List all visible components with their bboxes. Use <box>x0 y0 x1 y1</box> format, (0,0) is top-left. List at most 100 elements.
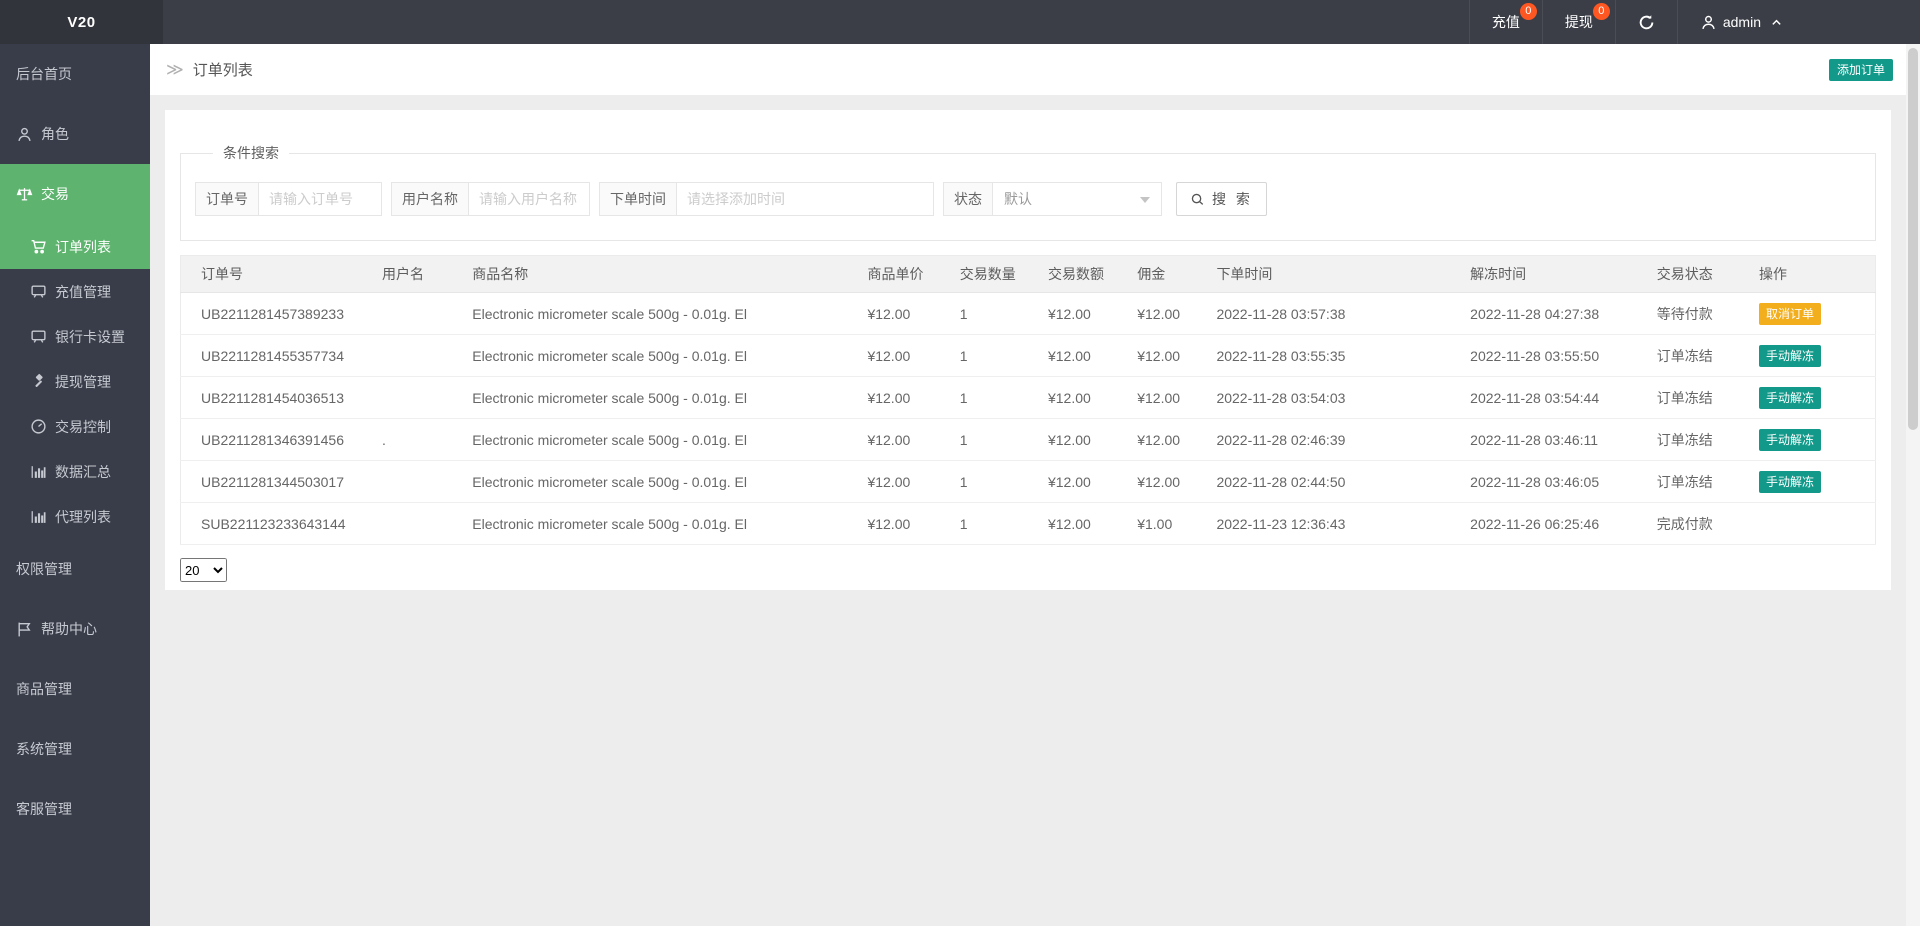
cell-amount: ¥12.00 <box>1028 503 1117 545</box>
cell-price: ¥12.00 <box>847 461 939 503</box>
content-card: 条件搜索 订单号用户名称下单时间状态默认搜 索 订单号用户名商品名称商品单价交易… <box>165 110 1891 590</box>
sidebar-item-7[interactable]: 交易控制 <box>0 404 150 449</box>
cell-action: 手动解冻 <box>1739 419 1875 461</box>
sidebar-item-label: 代理列表 <box>55 507 111 527</box>
column-header-3: 商品单价 <box>847 256 939 293</box>
topbar: V20 充值0提现0 admin <box>0 0 1920 44</box>
search-icon <box>1190 192 1205 207</box>
sidebar-item-label: 数据汇总 <box>55 462 111 482</box>
cell-order_time: 2022-11-28 03:54:03 <box>1196 377 1450 419</box>
sidebar-item-label: 客服管理 <box>16 799 72 819</box>
cell-commission: ¥12.00 <box>1117 419 1196 461</box>
cell-price: ¥12.00 <box>847 503 939 545</box>
cell-qty: 1 <box>940 377 1028 419</box>
cell-username <box>362 335 452 377</box>
cell-action: 手动解冻 <box>1739 377 1875 419</box>
cell-status: 完成付款 <box>1637 503 1739 545</box>
manual-unfreeze-button[interactable]: 手动解冻 <box>1759 429 1821 451</box>
cell-order_no: UB2211281346391456 <box>181 419 363 461</box>
search-form-row: 订单号 用户名称下单时间 状态默认搜 索 <box>195 182 1861 216</box>
column-header-2: 商品名称 <box>452 256 847 293</box>
manual-unfreeze-button[interactable]: 手动解冻 <box>1759 345 1821 367</box>
column-header-7: 下单时间 <box>1196 256 1450 293</box>
cell-product: Electronic micrometer scale 500g - 0.01g… <box>452 293 847 335</box>
sidebar-item-label: 提现管理 <box>55 372 111 392</box>
cell-username <box>362 293 452 335</box>
sidebar-item-label: 系统管理 <box>16 739 72 759</box>
scale-icon <box>16 186 33 203</box>
table-row-2: UB2211281454036513Electronic micrometer … <box>181 377 1876 419</box>
cancel-order-button[interactable]: 取消订单 <box>1759 303 1821 325</box>
search-input-2[interactable] <box>676 182 934 216</box>
cell-qty: 1 <box>940 419 1028 461</box>
sidebar-item-2[interactable]: 交易 <box>0 164 150 224</box>
refresh-button[interactable] <box>1615 0 1677 44</box>
topbar-action-label: 充值 <box>1492 12 1520 32</box>
cell-status: 订单冻结 <box>1637 377 1739 419</box>
add-order-button[interactable]: 添加订单 <box>1829 59 1893 81</box>
cell-amount: ¥12.00 <box>1028 377 1117 419</box>
sidebar-item-1[interactable]: 角色 <box>0 104 150 164</box>
manual-unfreeze-button[interactable]: 手动解冻 <box>1759 471 1821 493</box>
cell-qty: 1 <box>940 461 1028 503</box>
refresh-icon <box>1638 14 1655 31</box>
chart-icon <box>30 508 47 525</box>
cell-username <box>362 503 452 545</box>
status-select[interactable]: 默认 <box>992 182 1162 216</box>
sidebar-item-8[interactable]: 数据汇总 <box>0 449 150 494</box>
sidebar-item-5[interactable]: 银行卡设置 <box>0 314 150 359</box>
sidebar-item-13[interactable]: 系统管理 <box>0 719 150 779</box>
sidebar-item-label: 充值管理 <box>55 282 111 302</box>
cell-price: ¥12.00 <box>847 419 939 461</box>
sidebar-item-11[interactable]: 帮助中心 <box>0 599 150 659</box>
cell-action: 取消订单 <box>1739 293 1875 335</box>
cell-commission: ¥12.00 <box>1117 335 1196 377</box>
manual-unfreeze-button[interactable]: 手动解冻 <box>1759 387 1821 409</box>
user-name: admin <box>1723 14 1761 30</box>
sidebar-item-10[interactable]: 权限管理 <box>0 539 150 599</box>
topbar-action-0[interactable]: 充值0 <box>1469 0 1542 44</box>
sidebar-item-0[interactable]: 后台首页 <box>0 44 150 104</box>
search-button[interactable]: 搜 索 <box>1176 182 1267 216</box>
sidebar-item-12[interactable]: 商品管理 <box>0 659 150 719</box>
search-field-group-1: 用户名称 <box>391 182 590 216</box>
user-menu[interactable]: admin <box>1677 0 1804 44</box>
notification-badge: 0 <box>1520 3 1537 20</box>
orders-table: 订单号用户名商品名称商品单价交易数量交易数额佣金下单时间解冻时间交易状态操作 U… <box>180 255 1876 545</box>
sidebar-item-6[interactable]: 提现管理 <box>0 359 150 404</box>
cell-qty: 1 <box>940 503 1028 545</box>
cell-unfreeze_time: 2022-11-28 03:55:50 <box>1450 335 1637 377</box>
page-size-select[interactable]: 20 <box>180 558 227 582</box>
search-field-group-0: 订单号 <box>195 182 382 216</box>
search-field-group-3: 状态默认 <box>943 182 1162 216</box>
status-select-value: 默认 <box>1004 189 1032 209</box>
search-legend: 条件搜索 <box>213 143 289 163</box>
cell-amount: ¥12.00 <box>1028 293 1117 335</box>
user-icon <box>16 126 33 143</box>
search-field-label: 订单号 <box>195 182 258 216</box>
main-content: ≫ 订单列表 添加订单 条件搜索 订单号用户名称下单时间状态默认搜 索 订单号用… <box>150 44 1906 926</box>
vertical-scrollbar[interactable] <box>1906 44 1920 926</box>
cell-username: . <box>362 419 452 461</box>
cell-price: ¥12.00 <box>847 377 939 419</box>
sidebar-item-9[interactable]: 代理列表 <box>0 494 150 539</box>
sidebar-item-4[interactable]: 充值管理 <box>0 269 150 314</box>
cell-amount: ¥12.00 <box>1028 461 1117 503</box>
sidebar-item-3[interactable]: 订单列表 <box>0 224 150 269</box>
topbar-action-1[interactable]: 提现0 <box>1542 0 1615 44</box>
search-field-label: 下单时间 <box>599 182 676 216</box>
table-row-5: SUB221123233643144Electronic micrometer … <box>181 503 1876 545</box>
cell-username <box>362 377 452 419</box>
sidebar-item-14[interactable]: 客服管理 <box>0 779 150 839</box>
scrollbar-thumb[interactable] <box>1908 48 1918 430</box>
cell-order_no: UB2211281344503017 <box>181 461 363 503</box>
cell-order_time: 2022-11-28 03:57:38 <box>1196 293 1450 335</box>
cell-order_no: UB2211281455357734 <box>181 335 363 377</box>
column-header-9: 交易状态 <box>1637 256 1739 293</box>
column-header-6: 佣金 <box>1117 256 1196 293</box>
search-input-0[interactable] <box>258 182 382 216</box>
search-input-1[interactable] <box>468 182 590 216</box>
cell-product: Electronic micrometer scale 500g - 0.01g… <box>452 419 847 461</box>
topbar-actions: 充值0提现0 admin <box>1469 0 1920 44</box>
cell-product: Electronic micrometer scale 500g - 0.01g… <box>452 335 847 377</box>
